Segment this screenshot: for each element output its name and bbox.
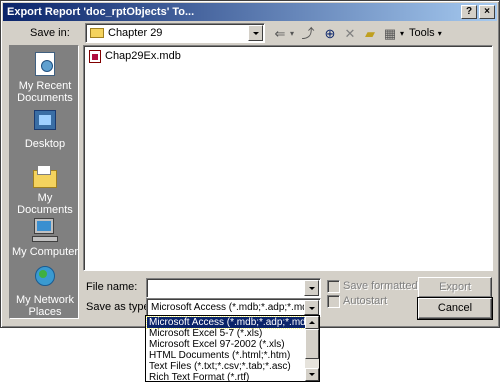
my-documents-icon <box>29 162 61 190</box>
save-as-type-option[interactable]: Rich Text Format (*.rtf) <box>147 372 305 381</box>
recent-documents-icon <box>29 50 61 78</box>
folder-icon <box>90 28 104 38</box>
window-title: Export Report 'doc_rptObjects' To... <box>7 6 195 18</box>
save-formatted-label: Save formatted <box>343 280 418 292</box>
up-folder-icon[interactable]: ⤴ <box>299 25 317 43</box>
file-list[interactable]: Chap29Ex.mdb <box>83 45 493 271</box>
network-places-icon <box>29 264 61 292</box>
new-folder-icon[interactable]: ▰ <box>361 25 379 43</box>
save-as-type-option[interactable]: Text Files (*.txt;*.csv;*.tab;*.asc) <box>147 361 305 372</box>
tools-label: Tools <box>409 27 435 39</box>
save-in-label: Save in: <box>30 27 70 39</box>
delete-icon[interactable]: ✕ <box>341 25 359 43</box>
scroll-up-button[interactable] <box>305 316 319 329</box>
save-formatted-checkbox[interactable] <box>327 280 340 293</box>
place-network-places[interactable]: My Network Places <box>10 264 80 318</box>
place-label: My Recent Documents <box>17 80 73 104</box>
title-bar: Export Report 'doc_rptObjects' To... ? × <box>3 3 497 21</box>
save-in-value: Chapter 29 <box>108 27 163 39</box>
cancel-button[interactable]: Cancel <box>417 297 493 320</box>
place-desktop[interactable]: Desktop <box>10 108 80 150</box>
tools-menu[interactable]: Tools ▾ <box>409 27 442 39</box>
save-as-type-dropdown-button[interactable] <box>304 300 319 315</box>
export-button[interactable]: Export <box>418 277 492 298</box>
place-my-computer[interactable]: My Computer <box>10 216 80 258</box>
autostart-label: Autostart <box>343 295 388 307</box>
help-button[interactable]: ? <box>461 5 477 19</box>
scroll-down-button[interactable] <box>305 368 319 381</box>
file-name-input[interactable] <box>146 278 321 298</box>
save-as-type-option[interactable]: Microsoft Excel 97-2002 (*.xls) <box>147 339 305 350</box>
file-name-label: File name: <box>86 281 138 293</box>
close-button[interactable]: × <box>479 5 495 19</box>
save-as-type-option[interactable]: Microsoft Excel 5-7 (*.xls) <box>147 328 305 339</box>
my-computer-icon <box>29 216 61 244</box>
arrow-up-icon <box>309 321 315 324</box>
views-dropdown-icon[interactable]: ▾ <box>397 25 407 43</box>
autostart-checkbox[interactable] <box>327 295 340 308</box>
places-bar: My Recent Documents Desktop My Documents… <box>9 45 79 319</box>
place-my-documents[interactable]: My Documents <box>10 162 80 216</box>
options-scrollbar[interactable] <box>305 316 319 381</box>
save-as-type-label: Save as type: <box>86 301 153 313</box>
place-label: My Documents <box>17 192 73 216</box>
save-as-type-option[interactable]: HTML Documents (*.html;*.htm) <box>147 350 305 361</box>
scroll-thumb[interactable] <box>305 329 319 359</box>
file-item-name: Chap29Ex.mdb <box>105 50 181 62</box>
save-as-type-value: Microsoft Access (*.mdb;*.adp;*.mda; <box>151 302 317 313</box>
desktop-icon <box>29 108 61 136</box>
place-label: My Computer <box>11 246 79 258</box>
save-as-type-options-list: Microsoft Access (*.mdb;*.adp;*.mda; Mic… <box>145 315 320 382</box>
place-label: Desktop <box>24 138 66 150</box>
place-recent-documents[interactable]: My Recent Documents <box>10 50 80 104</box>
save-as-type-option[interactable]: Microsoft Access (*.mdb;*.adp;*.mda; <box>146 316 306 329</box>
save-in-dropdown-button[interactable] <box>248 25 263 41</box>
arrow-down-icon <box>309 373 315 376</box>
back-dropdown-icon[interactable]: ▾ <box>287 25 297 43</box>
place-label: My Network Places <box>15 294 75 318</box>
tools-dropdown-icon: ▾ <box>437 29 442 38</box>
export-dialog: Export Report 'doc_rptObjects' To... ? ×… <box>0 0 500 328</box>
save-in-combo[interactable]: Chapter 29 <box>85 23 265 43</box>
file-name-dropdown-button[interactable] <box>304 280 319 296</box>
access-database-icon <box>89 50 101 63</box>
search-web-icon[interactable]: ⊕ <box>321 25 339 43</box>
